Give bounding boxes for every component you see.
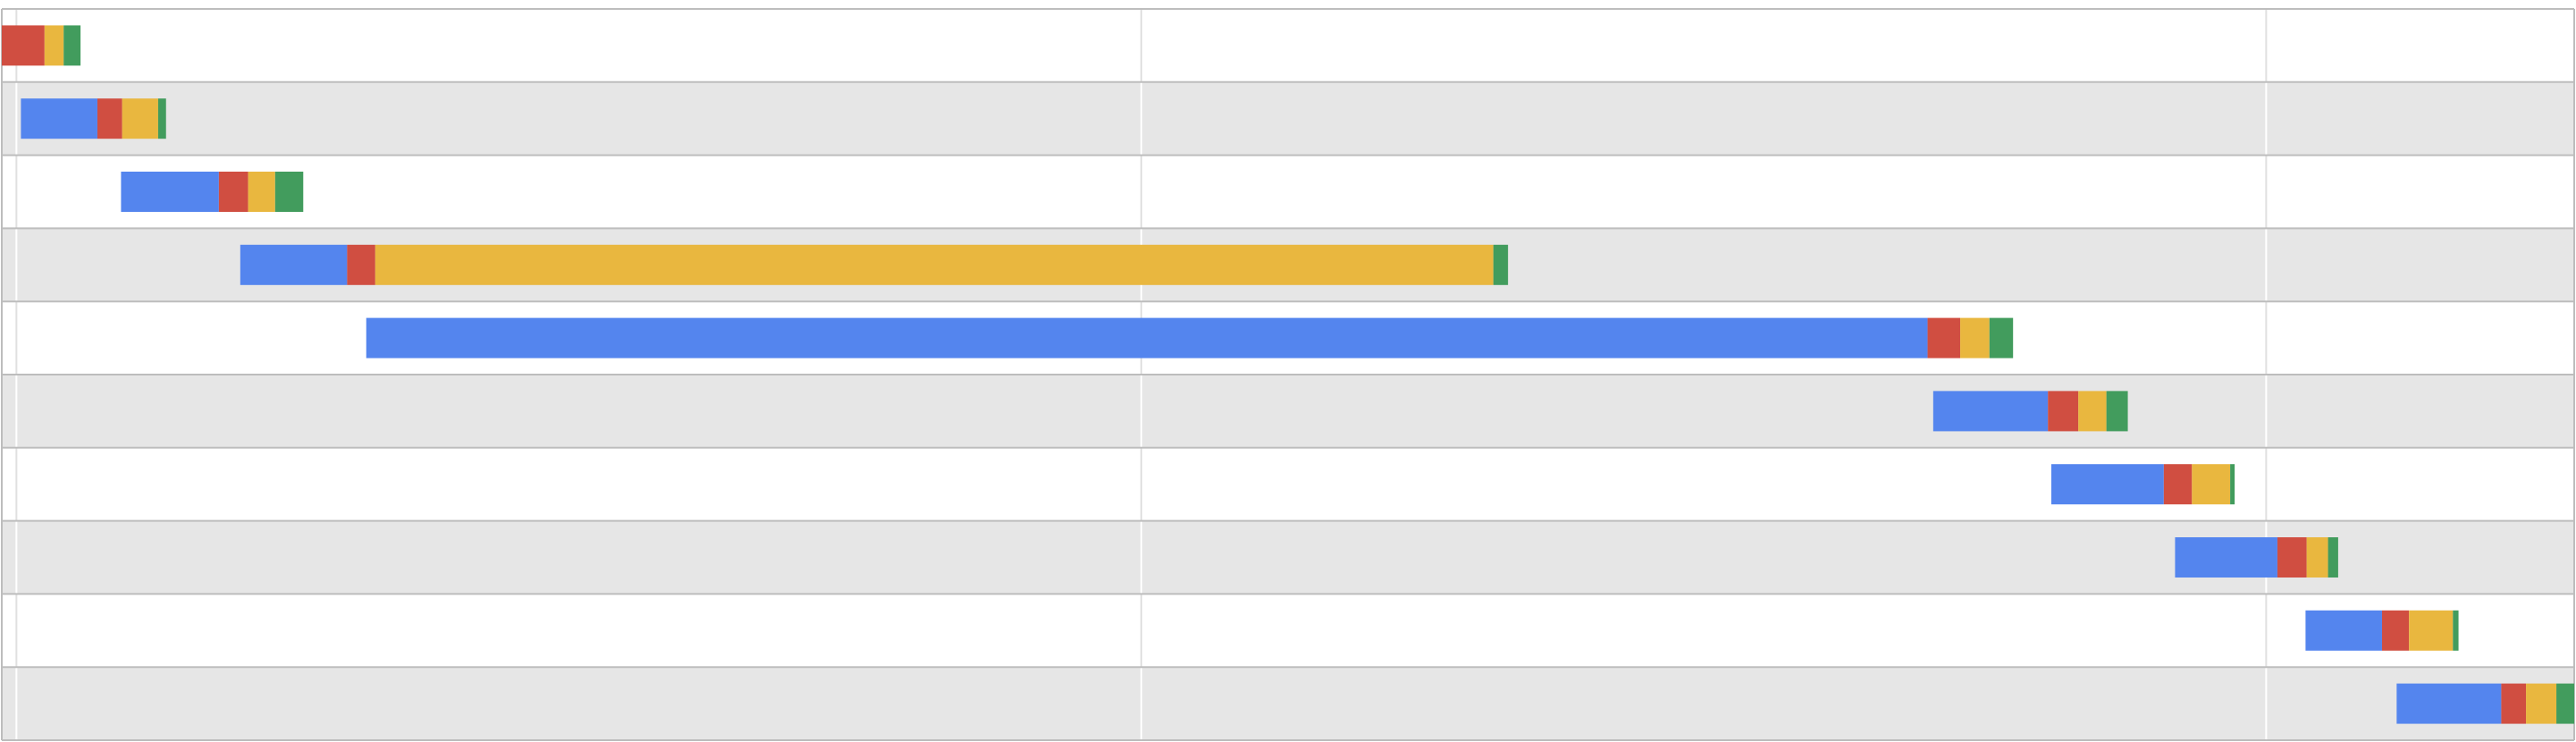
bar-segment-1 [240, 244, 348, 285]
bar-segment-2 [2163, 464, 2193, 505]
bar-segment-2 [347, 244, 375, 285]
bar-segment-4 [2230, 464, 2235, 505]
bar-segment-2 [218, 172, 248, 212]
bar-segment-1 [1932, 391, 2049, 432]
bar-segment-1 [366, 317, 1928, 358]
bar-segment-3 [2192, 464, 2231, 505]
bar-segment-3 [2306, 537, 2328, 578]
bar-segment-4 [2328, 537, 2338, 578]
bar-segment-1 [121, 172, 219, 212]
row-background [2, 155, 2574, 229]
bar-segment-3 [2078, 391, 2107, 432]
bar-segment-3 [44, 25, 64, 66]
bar-segment-4 [157, 98, 166, 139]
bar-segment-4 [1493, 244, 1509, 285]
row-background [2, 375, 2574, 448]
bar-segment-2 [1927, 317, 1961, 358]
bar-segment-1 [2305, 610, 2382, 651]
row-background [2, 81, 2574, 156]
bar-segment-2 [2048, 391, 2079, 432]
bar-segment-2 [2277, 537, 2307, 578]
row-background [2, 667, 2574, 740]
bar-segment-2 [2, 25, 45, 66]
gantt-chart [0, 0, 2576, 742]
bar-segment-1 [21, 98, 97, 139]
bar-segment-3 [2409, 610, 2454, 651]
bar-segment-2 [2501, 683, 2527, 724]
bar-segment-4 [2556, 683, 2574, 724]
row-background [2, 594, 2574, 668]
chart-svg [1, 8, 2575, 741]
row-background [2, 9, 2574, 82]
bar-segment-4 [63, 25, 81, 66]
bar-segment-3 [248, 172, 275, 212]
bar-segment-4 [2453, 610, 2459, 651]
bar-segment-2 [2381, 610, 2410, 651]
bar-segment-3 [1960, 317, 1990, 358]
bar-segment-4 [274, 172, 304, 212]
bar-segment-2 [97, 98, 122, 139]
bar-segment-3 [122, 98, 158, 139]
bar-segment-4 [2106, 391, 2128, 432]
bar-segment-1 [2050, 464, 2164, 505]
bar-segment-3 [375, 244, 1494, 285]
bar-segment-1 [2396, 683, 2502, 724]
bar-segment-1 [2175, 537, 2277, 578]
bar-segment-3 [2526, 683, 2557, 724]
bar-segment-4 [1989, 317, 2014, 358]
